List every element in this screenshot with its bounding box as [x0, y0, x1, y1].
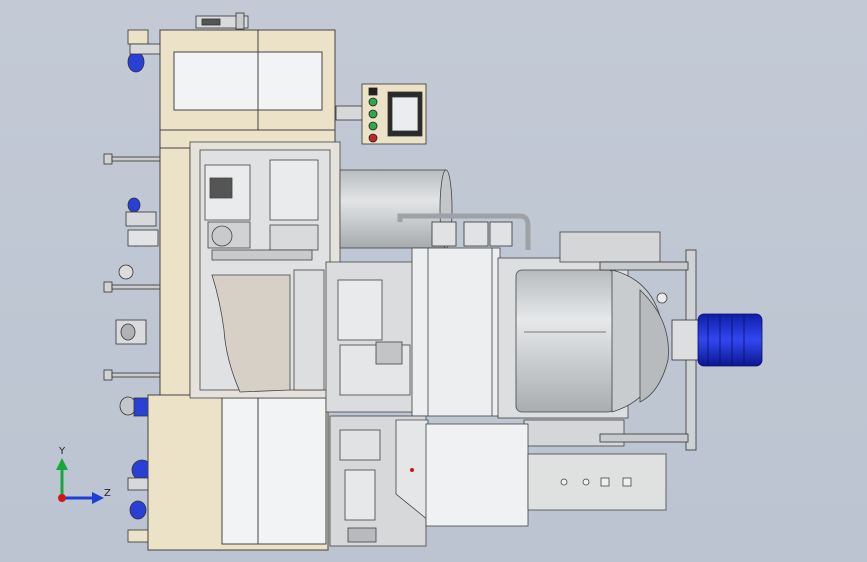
indicator-lamp[interactable] — [368, 97, 378, 107]
leveling-foot — [103, 153, 163, 165]
y-axis-arrowhead — [56, 458, 68, 470]
cad-viewport[interactable]: Y Z — [0, 0, 867, 562]
triad-origin — [58, 494, 66, 502]
coordinate-triad: Y Z — [56, 446, 111, 504]
inner-mechanism — [189, 141, 341, 399]
indicator-lamp[interactable] — [368, 133, 378, 143]
drive-motor — [697, 313, 763, 367]
caster-wheel — [115, 319, 147, 345]
caster-wheel — [127, 29, 161, 73]
valve-blocks — [431, 221, 513, 247]
y-axis-label: Y — [58, 446, 66, 457]
z-axis-arrowhead — [92, 492, 104, 504]
hmi-screen[interactable] — [391, 96, 419, 132]
lower-hopper — [329, 415, 529, 547]
z-axis-label: Z — [104, 488, 111, 499]
leveling-foot — [103, 369, 163, 381]
leveling-foot — [103, 264, 163, 293]
middle-housing — [325, 247, 501, 417]
stop-switch[interactable] — [368, 87, 378, 96]
top-lift-handle — [195, 12, 249, 30]
caster-wheel — [125, 197, 159, 247]
electrical-cabinet — [527, 453, 667, 511]
control-box — [335, 83, 427, 145]
indicator-lamp[interactable] — [368, 109, 378, 119]
indicator-lamp[interactable] — [368, 121, 378, 131]
